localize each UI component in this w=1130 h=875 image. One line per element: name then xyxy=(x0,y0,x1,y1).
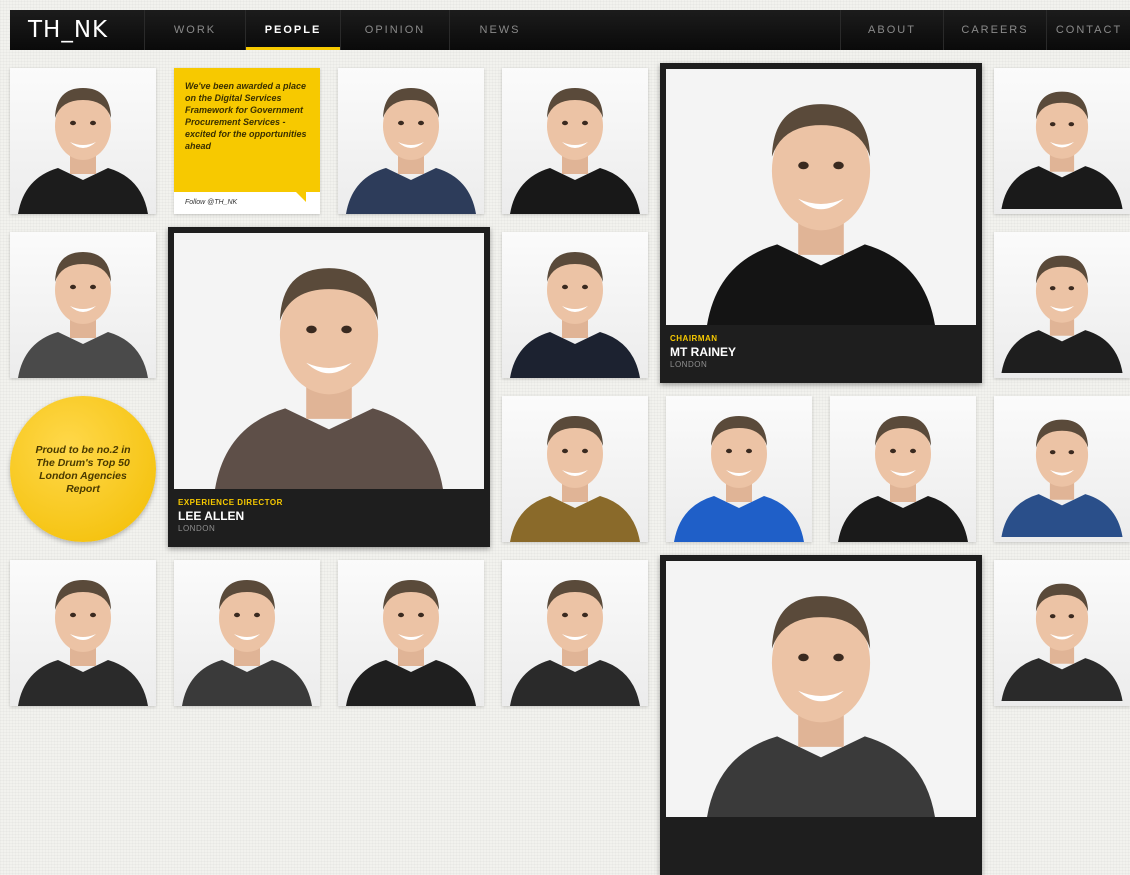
nav-opinion[interactable]: OPINION xyxy=(340,10,449,50)
nav-about[interactable]: ABOUT xyxy=(840,10,943,50)
portrait-image xyxy=(338,68,484,214)
portrait-image xyxy=(666,396,812,542)
portrait-image xyxy=(502,560,648,706)
team-member-photo[interactable] xyxy=(994,396,1130,542)
team-member-photo[interactable] xyxy=(10,560,156,706)
top-navigation-bar: TH_NK WORK PEOPLE OPINION NEWS ABOUT CAR… xyxy=(10,10,1130,50)
team-member-photo[interactable] xyxy=(10,232,156,378)
award-badge[interactable]: Proud to be no.2 in The Drum's Top 50 Lo… xyxy=(10,396,156,542)
team-member-photo[interactable] xyxy=(502,68,648,214)
portrait-image xyxy=(502,232,648,378)
portrait-image xyxy=(174,233,484,489)
portrait-image xyxy=(338,560,484,706)
team-member-photo[interactable] xyxy=(994,68,1130,214)
team-member-photo[interactable] xyxy=(338,68,484,214)
portrait-image xyxy=(666,561,976,817)
team-member-photo[interactable] xyxy=(10,68,156,214)
member-role: CHAIRMAN xyxy=(670,334,718,343)
team-member-photo[interactable] xyxy=(994,232,1130,378)
portrait-image xyxy=(10,68,156,214)
portrait-image xyxy=(994,560,1130,706)
featured-team-member[interactable]: EXPERIENCE DIRECTOR LEE ALLEN LONDON xyxy=(168,227,490,547)
portrait-image xyxy=(10,560,156,706)
portrait-image xyxy=(174,560,320,706)
team-member-photo[interactable] xyxy=(502,396,648,542)
featured-team-member[interactable]: CHAIRMAN MT RAINEY LONDON xyxy=(660,63,982,383)
portrait-image xyxy=(666,69,976,325)
team-member-photo[interactable] xyxy=(994,560,1130,706)
award-text: Proud to be no.2 in The Drum's Top 50 Lo… xyxy=(35,444,131,495)
portrait-image xyxy=(994,68,1130,214)
portrait-image xyxy=(502,68,648,214)
member-name: MT RAINEY xyxy=(670,345,736,359)
portrait-image xyxy=(830,396,976,542)
member-location: LONDON xyxy=(178,524,216,533)
member-role: EXPERIENCE DIRECTOR xyxy=(178,498,283,507)
nav-people[interactable]: PEOPLE xyxy=(245,10,340,50)
tweet-card[interactable]: We've been awarded a place on the Digita… xyxy=(174,68,320,214)
portrait-image xyxy=(10,232,156,378)
team-member-photo[interactable] xyxy=(338,560,484,706)
portrait-image xyxy=(502,396,648,542)
member-location: LONDON xyxy=(670,360,708,369)
team-member-photo[interactable] xyxy=(174,560,320,706)
nav-work[interactable]: WORK xyxy=(144,10,245,50)
team-member-photo[interactable] xyxy=(666,396,812,542)
team-member-photo[interactable] xyxy=(502,560,648,706)
portrait-image xyxy=(994,232,1130,378)
tweet-text: We've been awarded a place on the Digita… xyxy=(185,81,307,151)
site-logo[interactable]: TH_NK xyxy=(28,17,108,43)
tweet-bubble: We've been awarded a place on the Digita… xyxy=(174,68,320,202)
member-name: LEE ALLEN xyxy=(178,509,245,523)
portrait-image xyxy=(994,396,1130,542)
featured-team-member[interactable] xyxy=(660,555,982,875)
team-member-photo[interactable] xyxy=(830,396,976,542)
team-member-photo[interactable] xyxy=(502,232,648,378)
member-caption: EXPERIENCE DIRECTOR LEE ALLEN LONDON xyxy=(178,498,283,533)
nav-careers[interactable]: CAREERS xyxy=(943,10,1046,50)
member-caption: CHAIRMAN MT RAINEY LONDON xyxy=(670,334,736,369)
nav-contact[interactable]: CONTACT xyxy=(1046,10,1130,50)
twitter-follow-link[interactable]: Follow @TH_NK xyxy=(185,199,237,206)
nav-news[interactable]: NEWS xyxy=(449,10,550,50)
